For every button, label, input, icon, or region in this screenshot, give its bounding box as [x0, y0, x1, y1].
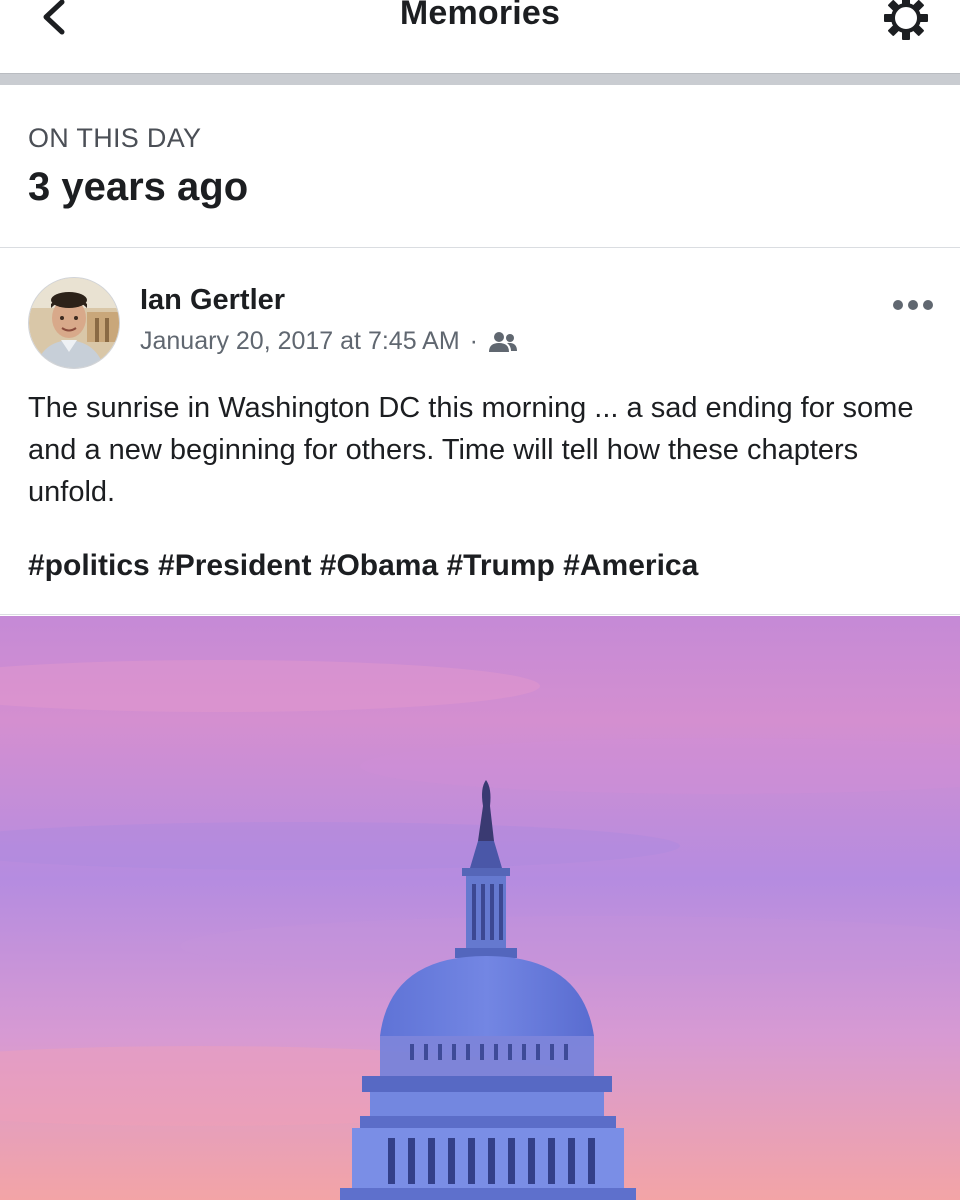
memory-post: Ian Gertler January 20, 2017 at 7:45 AM …	[0, 249, 960, 615]
navbar: Memories	[0, 0, 960, 74]
years-ago-heading: 3 years ago	[28, 165, 249, 209]
capitol-sunrise-image	[0, 616, 960, 1200]
more-options-button[interactable]	[892, 295, 934, 315]
post-timestamp[interactable]: January 20, 2017 at 7:45 AM	[140, 327, 460, 356]
meta-separator: ·	[469, 327, 478, 355]
navbar-divider	[0, 73, 960, 85]
page-title: Memories	[399, 0, 561, 32]
gear-icon	[884, 0, 928, 40]
author-name[interactable]: Ian Gertler	[140, 284, 285, 317]
more-horizontal-icon	[893, 300, 933, 310]
post-text: The sunrise in Washington DC this mornin…	[28, 392, 914, 508]
avatar[interactable]	[28, 277, 120, 369]
section-label: ON THIS DAY	[28, 123, 202, 153]
post-hashtags[interactable]: #politics #President #Obama #Trump #Amer…	[28, 549, 698, 583]
post-photo[interactable]	[0, 616, 960, 1200]
friends-icon[interactable]	[488, 331, 518, 353]
settings-button[interactable]	[880, 0, 932, 44]
post-meta: January 20, 2017 at 7:45 AM ·	[140, 327, 518, 356]
avatar-image	[29, 278, 119, 368]
on-this-day-header: ON THIS DAY 3 years ago	[0, 85, 960, 248]
